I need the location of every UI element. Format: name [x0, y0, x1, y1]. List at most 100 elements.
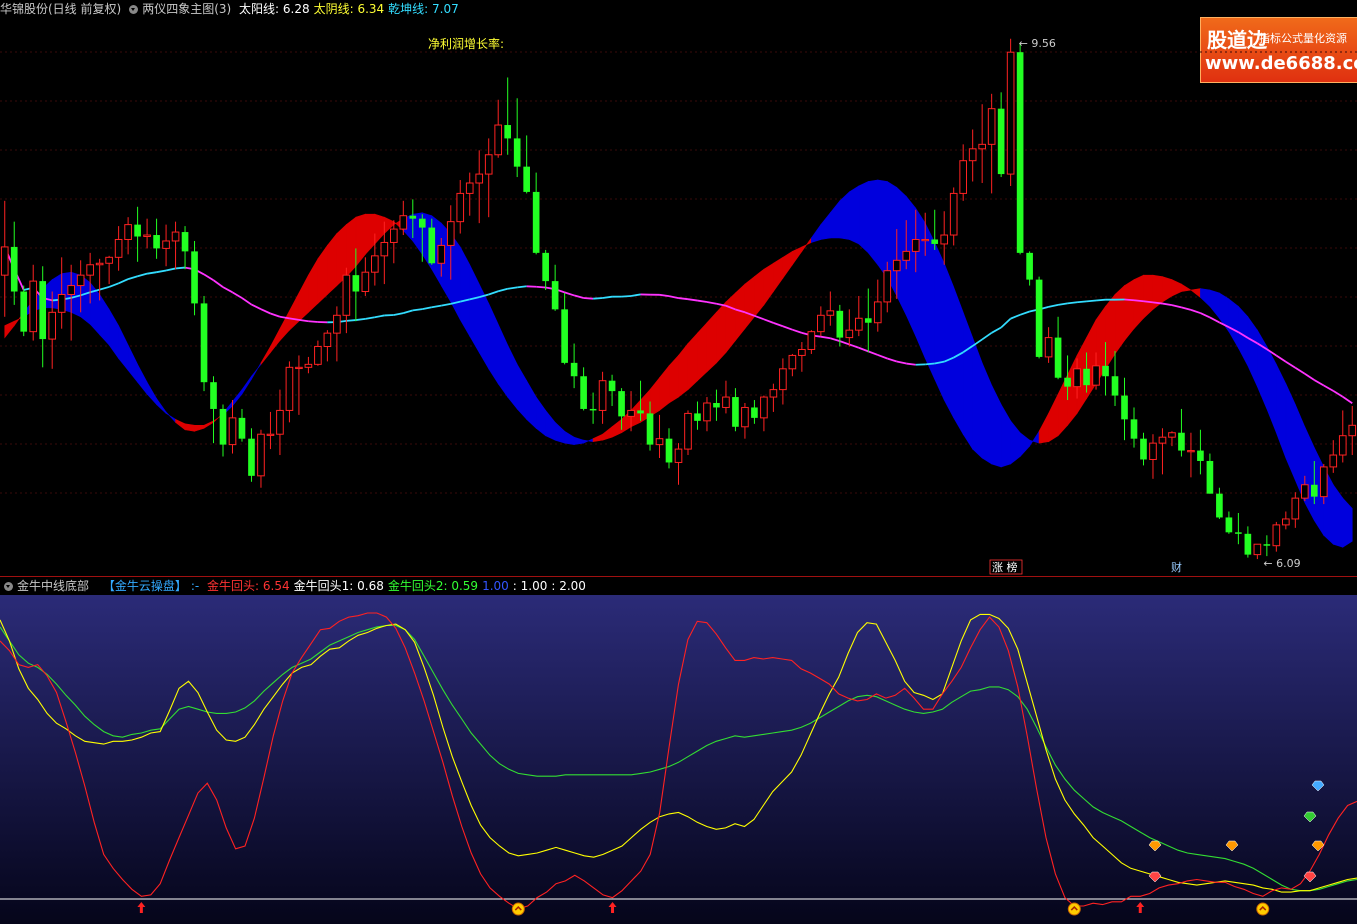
candle-body-down	[1244, 533, 1252, 555]
sub-indicator-name[interactable]: 金牛中线底部	[17, 579, 89, 593]
candle-body-up	[760, 396, 768, 419]
candle-body-up	[1300, 484, 1309, 499]
candle-body-down	[181, 232, 189, 252]
ribbon-segment	[194, 424, 205, 432]
ribbon-segment	[308, 257, 319, 314]
candle-body-down	[153, 235, 160, 249]
trend-line-segment	[355, 317, 366, 321]
candle-body-up	[333, 314, 341, 334]
candle-body-down	[542, 252, 549, 282]
candle-body-down	[1216, 493, 1223, 518]
candle-body-up	[389, 228, 398, 243]
trend-line-segment	[346, 319, 356, 322]
ribbon-segment	[1019, 432, 1030, 458]
ribbon-segment	[953, 286, 964, 436]
candle-body-up	[883, 270, 892, 303]
indicator-value-4: 1.00	[482, 579, 509, 593]
trend-line-segment	[1200, 312, 1211, 319]
trend-line-segment	[403, 309, 414, 315]
candle-body-down	[409, 215, 417, 219]
candle-body-up	[987, 108, 996, 145]
ribbon-segment	[327, 232, 338, 296]
trend-line-segment	[1304, 373, 1315, 381]
ribbon-segment	[203, 420, 214, 429]
candle-body-down	[751, 407, 758, 418]
trend-line-segment	[1313, 379, 1325, 387]
ribbon-segment	[1143, 274, 1154, 319]
candle-body-down	[352, 275, 360, 292]
main-price-chart[interactable]: ← 9.56 ← 6.09 涨 榜 财	[0, 0, 1357, 576]
trend-line-segment	[507, 286, 518, 290]
trend-line-segment	[108, 282, 119, 288]
ribbon-segment	[554, 421, 565, 444]
ribbon-segment	[697, 321, 708, 382]
trend-line-segment	[1067, 301, 1078, 305]
ribbon-segment	[241, 375, 252, 396]
candle-body-down	[1140, 438, 1147, 460]
trend-line-segment	[858, 346, 869, 353]
trend-line-segment	[1124, 298, 1135, 302]
candle-body-down	[210, 382, 217, 409]
ribbon-segment	[678, 342, 689, 398]
candle-body-up	[475, 173, 484, 184]
trend-line-segment	[1143, 300, 1154, 304]
trend-line-segment	[412, 308, 423, 312]
sub-bracket: 【金牛云操盘】	[102, 579, 187, 593]
candle-body-down	[1102, 365, 1109, 377]
ribbon-segment	[1038, 413, 1049, 444]
candle-body-down	[248, 438, 255, 476]
trend-line-segment	[782, 325, 793, 331]
candle-body-up	[1158, 436, 1167, 444]
ribbon-segment	[1332, 483, 1344, 548]
sub-indicator-chart[interactable]	[0, 595, 1357, 924]
ribbon-segment	[991, 385, 1002, 468]
ribbon-segment	[1209, 289, 1220, 320]
candle-body-down	[20, 291, 28, 332]
candle-body-up	[627, 409, 635, 417]
ribbon-segment	[488, 303, 499, 385]
ribbon-segment	[270, 328, 281, 354]
ribbon-segment	[602, 426, 613, 441]
candle-body-up	[465, 182, 474, 194]
event-label: 涨 榜	[992, 560, 1018, 574]
candle-body-down	[523, 166, 530, 192]
ribbon-segment	[526, 379, 537, 429]
ribbon-segment	[725, 292, 736, 354]
trend-line-segment	[536, 285, 546, 289]
candle-body-down	[694, 413, 701, 421]
candle-body-up	[873, 301, 882, 324]
trend-line-segment	[820, 335, 831, 340]
candle-body-up	[86, 264, 94, 276]
ribbon-segment	[1000, 403, 1011, 468]
trend-line-segment	[1095, 298, 1106, 302]
ribbon-segment	[744, 276, 755, 330]
indicator-value-3: 金牛回头2: 0.59	[387, 579, 479, 593]
candle-body-up	[902, 250, 911, 261]
candle-body-up	[1253, 543, 1262, 556]
ribbon-segment	[1171, 279, 1182, 297]
candle-body-up	[285, 366, 294, 411]
candle-body-down	[238, 417, 246, 439]
candle-body-down	[504, 125, 512, 139]
candle-body-down	[637, 410, 644, 414]
candle-body-up	[1348, 424, 1357, 437]
ribbon-segment	[858, 181, 869, 254]
trend-line-segment	[1285, 361, 1296, 369]
trend-line-segment	[99, 286, 110, 291]
candle-body-up	[124, 224, 132, 240]
ribbon-segment	[1304, 426, 1315, 521]
candle-body-down	[418, 218, 426, 228]
ribbon-segment	[99, 293, 110, 346]
candle-body-up	[1272, 524, 1281, 547]
trend-line-segment	[981, 332, 993, 341]
trend-line-segment	[659, 293, 670, 297]
ribbon-segment	[867, 179, 879, 266]
ribbon-segment	[1247, 315, 1258, 387]
candle-body-down	[1130, 419, 1138, 439]
trend-line-segment	[925, 362, 935, 366]
candle-body-up	[722, 396, 730, 408]
ribbon-segment	[849, 185, 860, 245]
candle-body-up	[95, 262, 104, 266]
dropdown-icon[interactable]	[4, 582, 13, 591]
candle-body-down	[570, 362, 578, 377]
